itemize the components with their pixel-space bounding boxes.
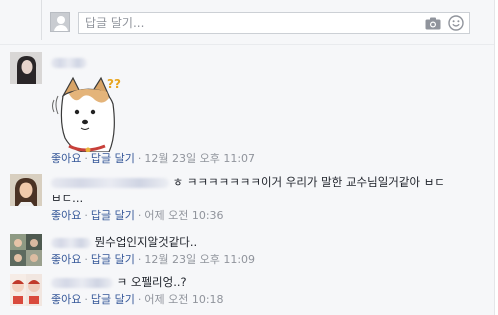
comment-content: ㅎ ㅋㅋㅋㅋㅋㅋㅋ이거 우리가 말한 교수님일거같아 ㅂㄷ ㅂㄷ... 좋아요 ·…: [51, 174, 491, 223]
comment-text-line2: ㅂㄷ...: [51, 191, 84, 205]
avatar[interactable]: [10, 234, 42, 266]
comment-actions: 좋아요 · 답글 달기 · 12월 23일 오후 11:09: [51, 253, 256, 266]
avatar[interactable]: [10, 274, 42, 306]
reply-button[interactable]: 답글 달기: [91, 253, 135, 266]
cropped-previous-text: · · · · · · ·: [58, 0, 103, 4]
timestamp[interactable]: 12월 23일 오후 11:07: [144, 152, 255, 165]
like-button[interactable]: 좋아요: [51, 152, 81, 165]
avatar[interactable]: [10, 174, 42, 206]
avatar[interactable]: [10, 52, 42, 84]
current-user-avatar: [50, 12, 70, 32]
dog-sticker: ??: [52, 76, 121, 152]
reply-button[interactable]: 답글 달기: [91, 293, 135, 306]
sticker-text: ??: [107, 77, 121, 91]
comment-actions: 좋아요 · 답글 달기 · 어제 오전 10:18: [51, 293, 224, 306]
comment-content: 뭔수업인지알것같다.. 좋아요 · 답글 달기 · 12월 23일 오후 11:09: [51, 234, 491, 267]
timestamp[interactable]: 어제 오전 10:36: [144, 209, 223, 222]
comment-text: 뭔수업인지알것같다..: [51, 234, 491, 250]
like-button[interactable]: 좋아요: [51, 253, 81, 266]
camera-icon[interactable]: [425, 17, 441, 30]
emoji-icon[interactable]: [448, 15, 464, 31]
reply-input-box[interactable]: [78, 12, 470, 34]
comment-actions: 좋아요 · 답글 달기 · 어제 오전 10:36: [51, 209, 224, 222]
author-name[interactable]: [51, 237, 91, 248]
author-name[interactable]: [51, 177, 169, 188]
comment-text: ㅋ 오펠리엉..?: [51, 274, 491, 290]
comments-panel: · · · · · · ·: [0, 0, 495, 315]
comment-actions: 좋아요 · 답글 달기 · 12월 23일 오후 11:07: [51, 152, 256, 165]
author-name[interactable]: [51, 52, 491, 68]
timestamp[interactable]: 12월 23일 오후 11:09: [144, 253, 255, 266]
divider: [0, 44, 494, 45]
like-button[interactable]: 좋아요: [51, 209, 81, 222]
reply-thread-line: [41, 0, 42, 40]
comment-content: ㅋ 오펠리엉..? 좋아요 · 답글 달기 · 어제 오전 10:18: [51, 274, 491, 307]
reply-input[interactable]: [85, 15, 405, 31]
author-name[interactable]: [51, 277, 113, 288]
comment-text: ㅎ ㅋㅋㅋㅋㅋㅋㅋ이거 우리가 말한 교수님일거같아 ㅂㄷ: [51, 174, 491, 190]
comment-content: ?? 좋아요 · 답글 달기 · 12월 23일 오후 11:07: [51, 52, 491, 165]
reply-button[interactable]: 답글 달기: [91, 209, 135, 222]
timestamp[interactable]: 어제 오전 10:18: [144, 293, 223, 306]
reply-button[interactable]: 답글 달기: [91, 152, 135, 165]
like-button[interactable]: 좋아요: [51, 293, 81, 306]
